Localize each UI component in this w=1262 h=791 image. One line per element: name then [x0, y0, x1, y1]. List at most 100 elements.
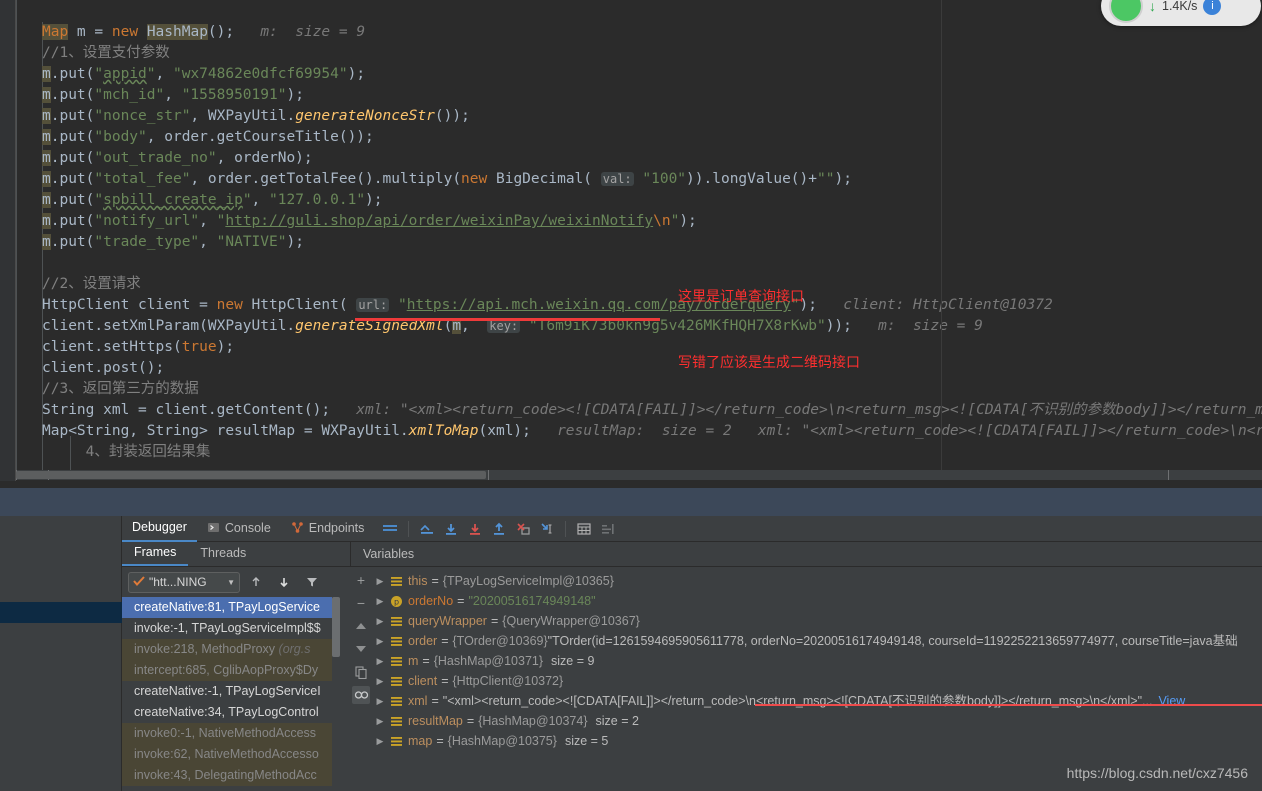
code-token: ""	[817, 171, 835, 187]
debug-left-strip	[0, 516, 122, 791]
run-to-cursor-icon[interactable]	[537, 519, 557, 539]
code-token: .put(	[50, 171, 95, 187]
variable-name: map	[408, 734, 433, 748]
variable-truncation: ...	[1142, 694, 1153, 708]
frame-row[interactable]: invoke:218, MethodProxy (org.s	[122, 639, 332, 660]
code-token: new	[111, 24, 139, 40]
frame-row[interactable]: intercept:685, CglibAopProxy$Dy	[122, 660, 332, 681]
variable-row[interactable]: ▶ order = {TOrder@10369} "TOrder(id=1261594…	[372, 631, 1262, 651]
variable-row[interactable]: ▶ client = {HttpClient@10372}	[372, 671, 1262, 691]
code-token: "notify_url"	[94, 213, 200, 229]
editor-gutter[interactable]	[0, 0, 16, 481]
variables-list[interactable]: ▶ this = {TPayLogServiceImpl@10365} ▶ p orderN…	[372, 571, 1262, 789]
variable-row[interactable]: ▶ queryWrapper = {QueryWrapper@10367}	[372, 611, 1262, 631]
code-line: m.put("out_trade_no", orderNo);	[42, 148, 1262, 169]
console-icon	[207, 521, 220, 534]
frame-row[interactable]: invoke:43, DelegatingMethodAcc	[122, 765, 332, 786]
evaluate-expression-icon[interactable]	[574, 519, 594, 539]
step-out-icon[interactable]	[489, 519, 509, 539]
parameter-icon: p	[388, 595, 404, 608]
frames-scrollbar-thumb[interactable]	[332, 597, 340, 657]
show-execution-point-icon[interactable]	[417, 519, 437, 539]
layout-settings-icon[interactable]	[380, 519, 400, 539]
variable-row[interactable]: ▶ m = {HashMap@10371} size = 9	[372, 651, 1262, 671]
code-token: "100"	[642, 171, 687, 187]
subtab-frames[interactable]: Frames	[122, 542, 189, 566]
code-line: //1、设置支付参数	[42, 43, 1262, 64]
code-text[interactable]: Map m = new HashMap(); m: size = 9 //1、设置…	[42, 22, 1262, 463]
frame-row[interactable]: invoke0:-1, NativeMethodAccess	[122, 723, 332, 744]
watches-icon[interactable]	[352, 686, 370, 704]
code-token: m	[42, 129, 51, 145]
frame-row[interactable]: createNative:81, TPayLogService	[122, 597, 332, 618]
frame-row[interactable]: createNative:-1, TPayLogServiceI	[122, 681, 332, 702]
field-icon	[388, 615, 404, 628]
thread-selector[interactable]: "htt...NING ▼	[128, 571, 240, 593]
expand-arrow-icon[interactable]: ▶	[372, 571, 388, 591]
code-token: xml: "<xml><return_code><![CDATA[FAIL]]>…	[356, 402, 1262, 418]
expand-arrow-icon[interactable]: ▶	[372, 691, 388, 711]
expand-arrow-icon[interactable]: ▶	[372, 731, 388, 751]
code-token: HashMap	[146, 24, 208, 40]
download-speed-widget[interactable]: ↓ 1.4K/s i	[1101, 0, 1261, 26]
frames-list[interactable]: createNative:81, TPayLogService invoke:-1…	[122, 597, 332, 791]
code-token: ,	[155, 66, 173, 82]
move-up-icon[interactable]	[352, 617, 370, 635]
add-watch-icon[interactable]: +	[352, 571, 370, 589]
expand-arrow-icon[interactable]: ▶	[372, 651, 388, 671]
endpoints-icon	[291, 521, 304, 534]
expand-arrow-icon[interactable]: ▶	[372, 671, 388, 691]
tab-endpoints[interactable]: Endpoints	[281, 516, 375, 542]
editor-horizontal-scrollbar[interactable]	[16, 470, 1262, 480]
frames-pane: "htt...NING ▼ createNative:81, TPayLogSe…	[122, 567, 350, 791]
copy-icon[interactable]	[352, 663, 370, 681]
frame-label: invoke:-1, TPayLogServiceImpl$$	[134, 621, 321, 635]
code-editor[interactable]: Map m = new HashMap(); m: size = 9 //1、设置…	[0, 0, 1262, 481]
code-token: ,	[199, 234, 217, 250]
code-token: ));	[825, 318, 852, 334]
code-line: m.put("notify_url", "http://guli.shop/ap…	[42, 211, 1262, 232]
download-arrow-icon: ↓	[1149, 0, 1156, 14]
variable-size: size = 9	[551, 654, 595, 668]
variables-header-label: Variables	[363, 547, 415, 561]
frames-up-icon[interactable]	[246, 572, 266, 592]
editor-right-margin-rule	[941, 0, 942, 470]
variable-row[interactable]: ▶ xml = "<xml><return_code><![CDATA[FAIL]]>…	[372, 691, 1262, 711]
code-token: ,	[164, 87, 182, 103]
frames-down-icon[interactable]	[274, 572, 294, 592]
variable-row[interactable]: ▶ map = {HashMap@10375} size = 5	[372, 731, 1262, 751]
mute-breakpoints-icon[interactable]	[598, 519, 618, 539]
code-token: m: size = 9	[234, 24, 366, 40]
code-line: client.post();	[42, 358, 1262, 379]
move-down-icon[interactable]	[352, 640, 370, 658]
variable-row[interactable]: ▶ resultMap = {HashMap@10374} size = 2	[372, 711, 1262, 731]
force-step-into-icon[interactable]	[513, 519, 533, 539]
expand-arrow-icon[interactable]: ▶	[372, 711, 388, 731]
tab-debugger[interactable]: Debugger	[122, 516, 197, 542]
code-token: m	[42, 234, 51, 250]
remove-watch-icon[interactable]: −	[352, 594, 370, 612]
field-icon	[388, 575, 404, 588]
variable-row[interactable]: ▶ p orderNo = "20200516174949148"	[372, 591, 1262, 611]
scrollbar-thumb[interactable]	[16, 471, 486, 479]
step-over-icon[interactable]	[441, 519, 461, 539]
expand-arrow-icon[interactable]: ▶	[372, 591, 388, 611]
code-line: HttpClient client = new HttpClient( url:…	[42, 295, 1262, 316]
expand-arrow-icon[interactable]: ▶	[372, 631, 388, 651]
code-token: resultMap: size = 2 xml: "<xml><return_c…	[557, 423, 1262, 439]
expand-arrow-icon[interactable]: ▶	[372, 611, 388, 631]
variable-view-link[interactable]: View	[1158, 691, 1185, 711]
frame-row[interactable]: createNative:34, TPayLogControl	[122, 702, 332, 723]
download-info-icon[interactable]: i	[1203, 0, 1222, 15]
frames-scrollbar[interactable]	[332, 597, 340, 791]
frames-filter-icon[interactable]	[302, 572, 322, 592]
red-underline-url	[355, 318, 660, 321]
subtab-threads[interactable]: Threads	[188, 543, 258, 565]
variable-row[interactable]: ▶ this = {TPayLogServiceImpl@10365}	[372, 571, 1262, 591]
step-into-icon[interactable]	[465, 519, 485, 539]
tab-console[interactable]: Console	[197, 516, 281, 542]
code-token: "nonce_str"	[94, 108, 191, 124]
frame-row[interactable]: invoke:-1, TPayLogServiceImpl$$	[122, 618, 332, 639]
frame-row[interactable]: invoke:62, NativeMethodAccesso	[122, 744, 332, 765]
